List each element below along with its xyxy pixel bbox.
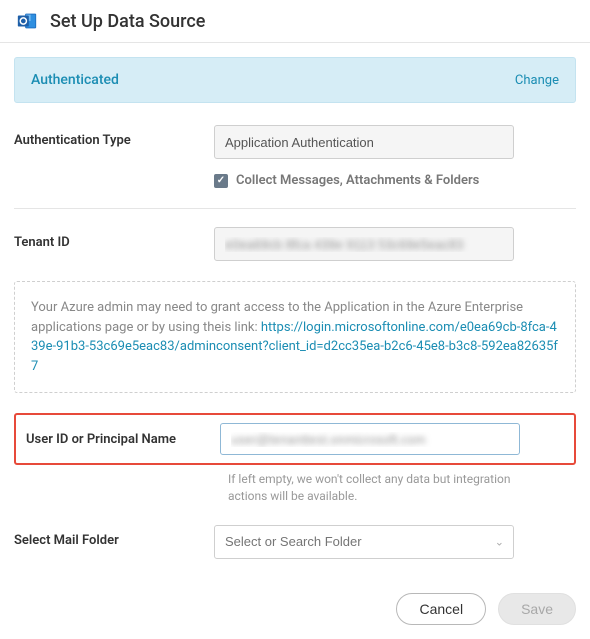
- dialog-header: Set Up Data Source: [0, 0, 590, 43]
- collect-checkbox-row[interactable]: ✓ Collect Messages, Attachments & Folder…: [214, 173, 576, 188]
- user-id-label: User ID or Principal Name: [26, 432, 220, 447]
- dialog-body: Authenticated Change Authentication Type…: [0, 43, 590, 593]
- outlook-icon: [16, 10, 38, 32]
- tenant-id-row: Tenant ID: [14, 227, 576, 261]
- auth-status-label: Authenticated: [31, 72, 119, 88]
- cancel-button[interactable]: Cancel: [396, 593, 486, 625]
- checkmark-icon: ✓: [214, 174, 228, 188]
- mail-folder-select[interactable]: ⌄: [214, 525, 514, 559]
- tenant-id-label: Tenant ID: [14, 227, 214, 250]
- page-title: Set Up Data Source: [50, 11, 205, 32]
- mail-folder-row: Select Mail Folder ⌄: [14, 525, 576, 559]
- dialog-footer: Cancel Save: [0, 593, 590, 639]
- tenant-id-input[interactable]: [214, 227, 514, 261]
- auth-type-label: Authentication Type: [14, 125, 214, 148]
- collect-label: Collect Messages, Attachments & Folders: [236, 173, 479, 188]
- user-id-input[interactable]: [220, 423, 520, 455]
- change-auth-link[interactable]: Change: [515, 73, 559, 88]
- admin-consent-info: Your Azure admin may need to grant acces…: [14, 281, 576, 393]
- auth-status-bar: Authenticated Change: [14, 57, 576, 103]
- divider: [14, 208, 576, 209]
- user-id-helper: If left empty, we won't collect any data…: [228, 471, 528, 505]
- user-id-row-highlight: User ID or Principal Name: [14, 413, 576, 465]
- auth-type-row: Authentication Type ✓ Collect Messages, …: [14, 125, 576, 188]
- auth-type-input[interactable]: [214, 125, 514, 159]
- mail-folder-label: Select Mail Folder: [14, 525, 214, 548]
- save-button: Save: [498, 593, 576, 625]
- mail-folder-input[interactable]: [214, 525, 514, 559]
